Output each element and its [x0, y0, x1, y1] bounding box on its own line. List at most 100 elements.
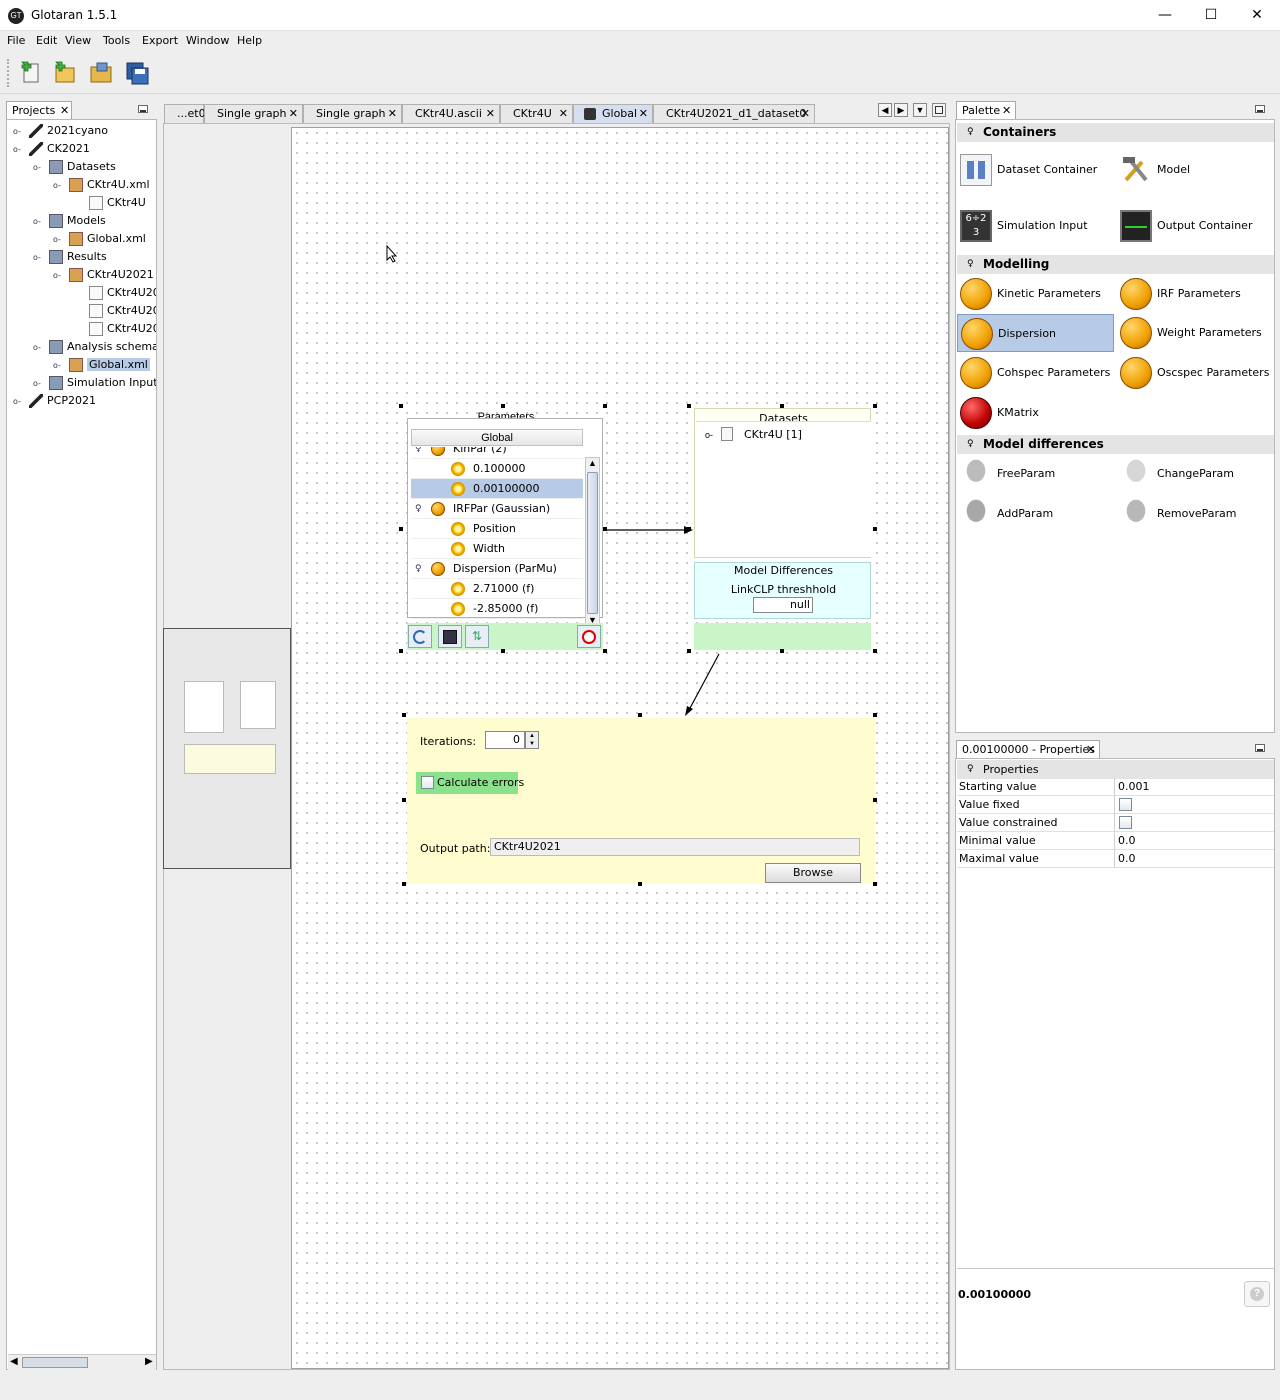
tab-scroll-right-icon[interactable]: ▶ [894, 103, 908, 117]
property-value[interactable]: 0.001 [1118, 778, 1150, 795]
menu-window[interactable]: Window [186, 34, 229, 47]
expand-key-icon[interactable]: o- [53, 267, 69, 285]
parameter-row[interactable]: 0.100000 [411, 459, 583, 479]
tree-item[interactable]: o- CK2021 [7, 140, 156, 158]
menu-edit[interactable]: Edit [36, 34, 57, 47]
resize-handle[interactable] [873, 649, 877, 653]
maximize-editor-icon[interactable] [932, 103, 946, 117]
palette-section-containers[interactable]: ♀ Containers [957, 123, 1274, 142]
collapse-key-icon[interactable]: ♀ [415, 559, 422, 579]
remove-button[interactable] [577, 625, 601, 648]
iterations-input[interactable]: 0 [485, 731, 525, 749]
editor-tab-2[interactable]: Single graph ✕ [303, 104, 402, 123]
resize-handle[interactable] [501, 404, 505, 408]
close-tab-icon[interactable]: ✕ [801, 105, 810, 123]
column-header-global[interactable]: Global [411, 429, 583, 446]
palette-cohspec-parameters[interactable]: Cohspec Parameters [957, 354, 1114, 392]
property-row[interactable]: Value fixed [957, 796, 1274, 814]
tree-item[interactable]: o- Models [7, 212, 156, 230]
expand-key-icon[interactable]: o- [13, 123, 29, 141]
expand-key-icon[interactable]: o- [33, 249, 49, 267]
parameter-row[interactable]: Position [411, 519, 583, 539]
property-checkbox[interactable] [1119, 816, 1132, 829]
scroll-up-icon[interactable]: ▲ [588, 458, 597, 468]
menu-view[interactable]: View [65, 34, 91, 47]
tree-item[interactable]: o- Global.xml [7, 356, 156, 374]
resize-handle[interactable] [873, 527, 877, 531]
palette-kinetic-parameters[interactable]: Kinetic Parameters [957, 275, 1114, 313]
property-value[interactable]: 0.0 [1118, 832, 1136, 849]
output-path-input[interactable]: CKtr4U2021 [490, 838, 860, 856]
iterations-spinner[interactable]: ▲ ▼ [525, 731, 539, 749]
new-project-icon[interactable] [52, 60, 78, 86]
resize-handle[interactable] [399, 649, 403, 653]
minimize-palette-icon[interactable] [1255, 105, 1265, 113]
tab-properties[interactable]: 0.00100000 - Properties ✕ [956, 740, 1100, 758]
property-row[interactable]: Minimal value 0.0 [957, 832, 1274, 850]
resize-handle[interactable] [638, 882, 642, 886]
collapse-key-icon[interactable]: ♀ [415, 447, 422, 459]
resize-handle[interactable] [402, 882, 406, 886]
editor-tab-6[interactable]: CKtr4U2021_d1_dataset0 ✕ [653, 104, 815, 123]
resize-handle[interactable] [873, 798, 877, 802]
palette-removeparam[interactable]: RemoveParam [1117, 495, 1274, 533]
resize-handle[interactable] [873, 882, 877, 886]
tree-item[interactable]: o- Global.xml [7, 230, 156, 248]
parameter-group-row[interactable]: ♀ IRFPar (Gaussian) [411, 499, 583, 519]
tree-item[interactable]: o- CKtr4U2021 [7, 266, 156, 284]
scroll-thumb[interactable] [22, 1357, 88, 1368]
calculate-errors-box[interactable] [421, 776, 434, 789]
threshold-input[interactable]: null [753, 597, 813, 613]
tree-item[interactable]: CKtr4U [7, 194, 156, 212]
close-tab-icon[interactable]: ✕ [388, 105, 397, 123]
minimize-button[interactable]: — [1142, 0, 1188, 31]
expand-key-icon[interactable]: o- [705, 430, 713, 440]
collapse-key-icon[interactable]: ♀ [415, 499, 422, 519]
minimize-projects-icon[interactable] [138, 105, 148, 113]
parameter-row[interactable]: Width [411, 539, 583, 559]
browse-button[interactable]: Browse [765, 863, 861, 883]
new-file-icon[interactable] [18, 60, 44, 86]
palette-section-model-differences[interactable]: ♀ Model differences [957, 435, 1274, 454]
palette-simulation-input[interactable]: 6÷2 3 Simulation Input [957, 207, 1114, 245]
scroll-thumb[interactable] [587, 472, 598, 614]
palette-kmatrix[interactable]: KMatrix [957, 394, 1114, 432]
parameter-group-row[interactable]: ♀ Dispersion (ParMu) [411, 559, 583, 579]
overview-minimap[interactable] [163, 628, 291, 869]
palette-irf-parameters[interactable]: IRF Parameters [1117, 275, 1274, 313]
resize-handle[interactable] [687, 649, 691, 653]
editor-tab-1[interactable]: Single graph ✕ [204, 104, 303, 123]
tree-item[interactable]: o- Results [7, 248, 156, 266]
output-node[interactable]: Iterations: 0 ▲ ▼ Calculate errors Output… [407, 718, 875, 884]
close-palette-icon[interactable]: ✕ [1002, 102, 1011, 119]
scroll-left-icon[interactable]: ◀ [10, 1356, 18, 1367]
save-button[interactable] [438, 625, 462, 648]
menu-export[interactable]: Export [142, 34, 178, 47]
tree-item[interactable]: o- Simulation Input [7, 374, 156, 392]
menu-tools[interactable]: Tools [103, 34, 130, 47]
resize-handle[interactable] [603, 404, 607, 408]
expand-key-icon[interactable]: o- [33, 213, 49, 231]
resize-handle[interactable] [687, 527, 691, 531]
expand-key-icon[interactable]: o- [13, 393, 29, 411]
properties-section[interactable]: ♀ Properties [957, 760, 1274, 779]
sort-icon[interactable]: ⇅ [465, 625, 489, 648]
editor-tab-0[interactable]: ...et0 [164, 104, 206, 123]
property-row[interactable]: Starting value 0.001 [957, 778, 1274, 796]
tree-item[interactable]: o- CKtr4U.xml [7, 176, 156, 194]
calculate-errors-checkbox[interactable]: Calculate errors [416, 772, 524, 794]
tree-item[interactable]: o- Analysis schema [7, 338, 156, 356]
palette-output-container[interactable]: Output Container [1117, 207, 1274, 245]
expand-key-icon[interactable]: o- [33, 375, 49, 393]
scroll-right-icon[interactable]: ▶ [145, 1356, 153, 1367]
vertical-scrollbar[interactable]: ▲ ▼ [585, 457, 600, 629]
resize-handle[interactable] [603, 649, 607, 653]
tab-palette[interactable]: Palette ✕ [956, 101, 1016, 119]
resize-handle[interactable] [399, 527, 403, 531]
datasets-node[interactable]: Datasets o- CKtr4U [1] Model Differences… [694, 408, 875, 651]
maximize-button[interactable]: ☐ [1188, 0, 1234, 31]
close-tab-icon[interactable]: ✕ [639, 105, 648, 123]
resize-handle[interactable] [603, 527, 607, 531]
refresh-button[interactable] [408, 625, 432, 648]
resize-handle[interactable] [638, 713, 642, 717]
